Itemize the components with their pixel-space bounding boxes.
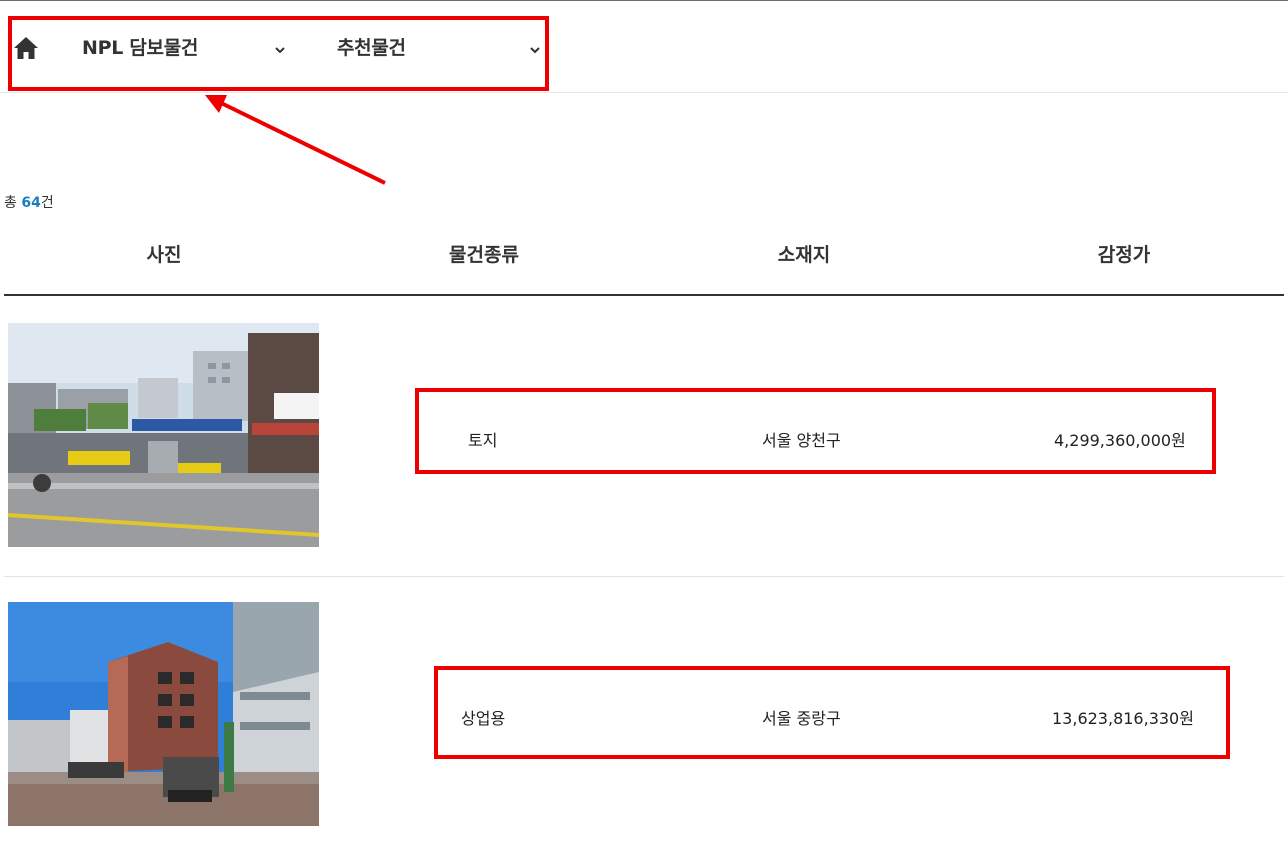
nav-menu-label: 추천물건 <box>337 37 406 59</box>
nav-menu-npl-collateral[interactable]: NPL 담보물건 <box>82 33 292 61</box>
appraised-price: 13,623,816,330원 <box>1052 709 1194 728</box>
property-type: 상업용 <box>461 709 506 728</box>
property-photo-land[interactable] <box>8 323 319 547</box>
home-icon[interactable] <box>13 36 39 60</box>
total-count: 총 64건 <box>4 192 54 212</box>
column-header-price: 감정가 <box>1097 244 1151 266</box>
nav-menu-recommended[interactable]: 추천물건 <box>337 33 547 61</box>
column-header-photo: 사진 <box>146 244 182 266</box>
table-header: 사진 물건종류 소재지 감정가 <box>4 226 1284 296</box>
column-header-location: 소재지 <box>777 244 831 266</box>
appraised-price: 4,299,360,000원 <box>1054 431 1186 450</box>
total-suffix: 건 <box>40 195 54 211</box>
nav-menu-label: NPL 담보물건 <box>82 37 199 59</box>
property-type: 토지 <box>468 431 498 450</box>
total-count-number: 64 <box>21 195 41 211</box>
chevron-down-icon <box>274 39 286 54</box>
table-row[interactable]: 상업용 서울 중랑구 13,623,816,330원 <box>4 575 1284 855</box>
property-location: 서울 양천구 <box>762 431 841 450</box>
table-row[interactable]: 토지 서울 양천구 4,299,360,000원 <box>4 296 1284 577</box>
total-prefix: 총 <box>4 195 22 211</box>
annotation-arrow <box>205 95 386 185</box>
top-navigation: NPL 담보물건 추천물건 <box>0 1 1288 93</box>
column-header-type: 물건종류 <box>449 244 519 266</box>
property-photo-commercial-building[interactable] <box>8 602 319 826</box>
property-location: 서울 중랑구 <box>762 709 841 728</box>
chevron-down-icon <box>529 39 541 54</box>
